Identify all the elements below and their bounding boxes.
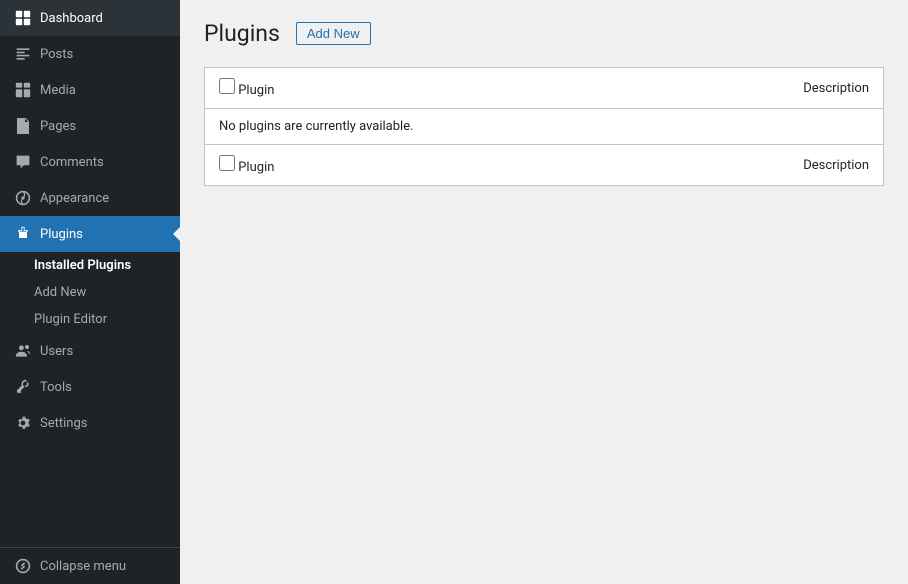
media-icon [14, 81, 32, 99]
collapse-label: Collapse menu [40, 559, 166, 574]
sidebar-item-label: Users [40, 344, 166, 359]
sidebar-item-label: Dashboard [40, 11, 166, 26]
empty-message: No plugins are currently available. [205, 109, 884, 145]
table-footer-row: Plugin Description [205, 145, 884, 186]
plugins-submenu: Installed Plugins Add New Plugin Editor [0, 252, 180, 333]
sidebar-subitem-add-new[interactable]: Add New [0, 279, 180, 306]
tools-icon [14, 378, 32, 396]
footer-col-plugin: Plugin [205, 145, 525, 186]
table-header-row: Plugin Description [205, 68, 884, 109]
sidebar-item-tools[interactable]: Tools [0, 369, 180, 405]
page-header: Plugins Add New [204, 20, 884, 47]
page-title: Plugins [204, 20, 280, 47]
comments-icon [14, 153, 32, 171]
add-new-button[interactable]: Add New [296, 22, 371, 45]
column-header-plugin: Plugin [205, 68, 525, 109]
sidebar-subitem-installed-plugins[interactable]: Installed Plugins [0, 252, 180, 279]
settings-icon [14, 414, 32, 432]
appearance-icon [14, 189, 32, 207]
sidebar-item-label: Plugins [40, 227, 166, 242]
sidebar-item-users[interactable]: Users [0, 333, 180, 369]
sidebar-item-label: Settings [40, 416, 166, 431]
sidebar-item-label: Posts [40, 47, 166, 62]
posts-icon [14, 45, 32, 63]
sidebar-item-label: Comments [40, 155, 166, 170]
main-content: Plugins Add New Plugin Description No pl… [180, 0, 908, 584]
sidebar-item-posts[interactable]: Posts [0, 36, 180, 72]
sidebar-item-settings[interactable]: Settings [0, 405, 180, 441]
sidebar-item-media[interactable]: Media [0, 72, 180, 108]
table-row-empty: No plugins are currently available. [205, 109, 884, 145]
dashboard-icon [14, 9, 32, 27]
plugins-table: Plugin Description No plugins are curren… [204, 67, 884, 186]
sidebar-item-collapse[interactable]: Collapse menu [0, 547, 180, 584]
users-icon [14, 342, 32, 360]
sidebar-item-plugins[interactable]: Plugins [0, 216, 180, 252]
collapse-icon [14, 557, 32, 575]
column-header-description: Description [524, 68, 883, 109]
sidebar-item-pages[interactable]: Pages [0, 108, 180, 144]
select-all-checkbox[interactable] [219, 78, 235, 94]
sidebar-item-dashboard[interactable]: Dashboard [0, 0, 180, 36]
footer-col-description: Description [524, 145, 883, 186]
sidebar-item-appearance[interactable]: Appearance [0, 180, 180, 216]
sidebar-item-label: Media [40, 83, 166, 98]
sidebar-subitem-plugin-editor[interactable]: Plugin Editor [0, 306, 180, 333]
pages-icon [14, 117, 32, 135]
sidebar-item-label: Tools [40, 380, 166, 395]
sidebar-item-comments[interactable]: Comments [0, 144, 180, 180]
sidebar: Dashboard Posts Media Pages [0, 0, 180, 584]
select-all-footer-checkbox[interactable] [219, 155, 235, 171]
sidebar-item-label: Appearance [40, 191, 166, 206]
plugins-icon [14, 225, 32, 243]
sidebar-item-label: Pages [40, 119, 166, 134]
